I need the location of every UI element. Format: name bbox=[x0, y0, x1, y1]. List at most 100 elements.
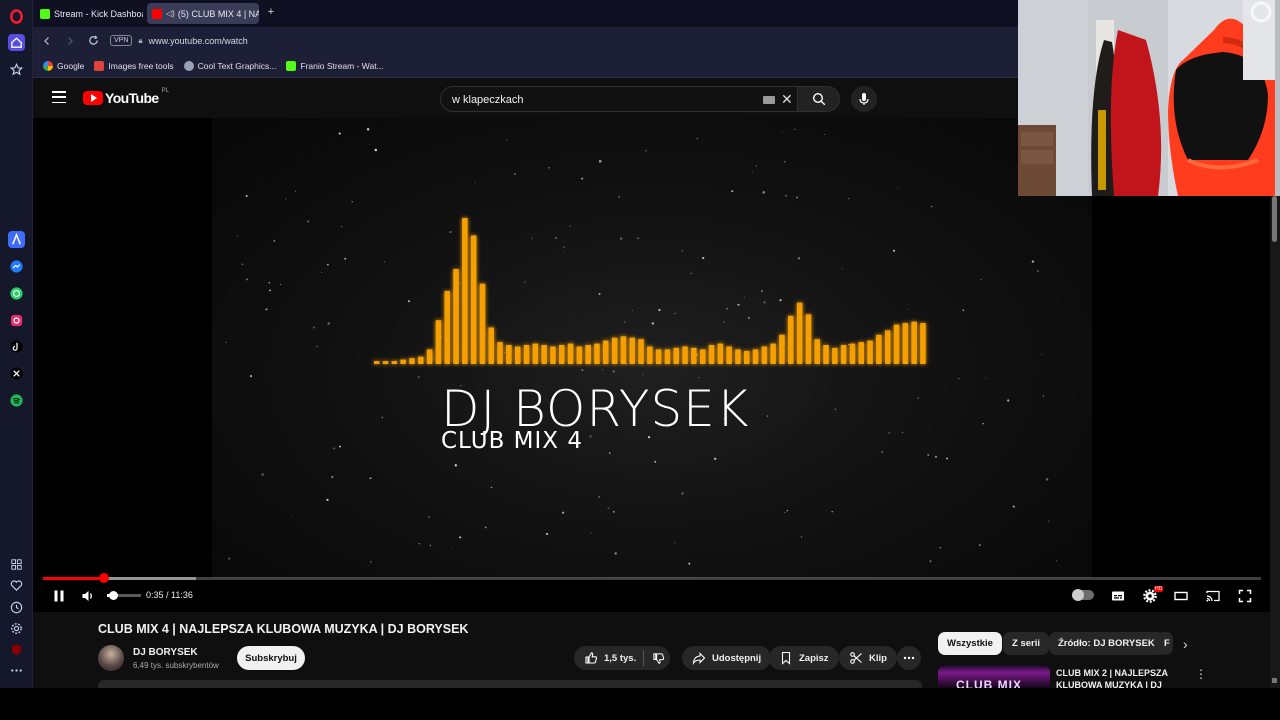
autoplay-toggle[interactable] bbox=[1072, 589, 1094, 601]
spectrum-bar bbox=[550, 346, 556, 364]
voice-search-button[interactable] bbox=[851, 86, 877, 112]
fullscreen-button[interactable] bbox=[1236, 587, 1254, 605]
spectrum-bar bbox=[585, 345, 591, 364]
spectrum-bar bbox=[796, 302, 803, 364]
ublock-icon[interactable] bbox=[8, 641, 25, 658]
tab-label: Stream - Kick Dashboard bbox=[54, 8, 143, 19]
back-button[interactable] bbox=[38, 32, 56, 50]
more-actions-button[interactable] bbox=[897, 646, 921, 670]
cast-button[interactable] bbox=[1204, 587, 1222, 605]
theater-mode-button[interactable] bbox=[1172, 587, 1190, 605]
progress-bar[interactable] bbox=[43, 573, 1261, 583]
forward-button[interactable] bbox=[61, 32, 79, 50]
clear-search-icon[interactable]: ✕ bbox=[781, 91, 793, 108]
video-overlay-subtitle: CLUB MIX 4 bbox=[441, 428, 583, 454]
recommended-title[interactable]: CLUB MIX 2 | NAJLEPSZA KLUBOWA MUZYKA | … bbox=[1056, 667, 1181, 688]
webcam-overlay bbox=[1018, 0, 1280, 196]
hamburger-menu-icon[interactable] bbox=[52, 91, 66, 103]
spectrum-bar bbox=[506, 345, 512, 364]
page-scrollbar[interactable] bbox=[1270, 196, 1280, 688]
whatsapp-icon[interactable] bbox=[8, 285, 25, 302]
chip-from-series[interactable]: Z serii bbox=[1003, 632, 1049, 655]
spectrum-bar bbox=[462, 218, 468, 364]
chip-all[interactable]: Wszystkie bbox=[938, 632, 1002, 655]
pause-button[interactable] bbox=[50, 587, 68, 605]
bookmark-cool-text[interactable]: Cool Text Graphics... bbox=[183, 60, 276, 71]
bottom-letterbox bbox=[0, 688, 1280, 720]
mute-button[interactable] bbox=[79, 587, 97, 605]
home-icon[interactable] bbox=[8, 34, 25, 51]
lock-icon[interactable]: 🔒︎ bbox=[138, 36, 142, 46]
spectrum-bar bbox=[885, 330, 891, 364]
spectrum-bar bbox=[620, 336, 627, 364]
spectrum-bar bbox=[426, 349, 433, 364]
kick-icon bbox=[40, 8, 50, 19]
youtube-logo[interactable]: YouTube PL bbox=[83, 88, 169, 106]
dislike-button[interactable] bbox=[650, 649, 666, 667]
spectrum-bar bbox=[532, 343, 539, 364]
spectrum-bar bbox=[374, 361, 380, 364]
share-button[interactable]: Udostępnij bbox=[682, 646, 772, 670]
chip-from-channel[interactable]: Źródło: DJ BORYSEK bbox=[1049, 632, 1164, 655]
share-label: Udostępnij bbox=[712, 652, 762, 664]
scrollbar-thumb[interactable] bbox=[1272, 196, 1277, 242]
channel-name[interactable]: DJ BORYSEK bbox=[133, 647, 198, 658]
thumbs-down-icon bbox=[652, 652, 664, 664]
spectrum-bar bbox=[920, 323, 926, 364]
speed-dial-icon[interactable] bbox=[8, 556, 25, 573]
tab-youtube-club-mix[interactable]: ◁) (5) CLUB MIX 4 | NAJL bbox=[147, 3, 259, 24]
instagram-icon[interactable] bbox=[8, 312, 25, 329]
keyboard-icon[interactable] bbox=[763, 96, 775, 104]
settings-icon[interactable] bbox=[8, 620, 25, 637]
bookmark-franio-stream[interactable]: Franio Stream - Wat... bbox=[286, 60, 384, 71]
spectrum-bar bbox=[515, 346, 521, 364]
vpn-badge[interactable]: VPN bbox=[110, 35, 133, 46]
scrubber-handle[interactable] bbox=[98, 573, 109, 583]
thumbnail-text: CLUB MIX bbox=[956, 678, 1022, 688]
chevron-right-icon[interactable]: › bbox=[1183, 636, 1188, 652]
spectrum-bar bbox=[629, 337, 635, 364]
recommended-thumbnail[interactable]: CLUB MIX bbox=[938, 666, 1050, 688]
url-field[interactable]: www.youtube.com/watch bbox=[149, 36, 248, 46]
bookmark-label: Images free tools bbox=[108, 60, 174, 71]
subscribe-button[interactable]: Subskrybuj bbox=[237, 646, 305, 670]
bookmark-google[interactable]: Google bbox=[43, 60, 84, 71]
x-icon[interactable] bbox=[8, 365, 25, 382]
spectrum-bar bbox=[673, 347, 679, 364]
clip-button[interactable]: Klip bbox=[839, 646, 897, 670]
youtube-header: YouTube PL w klapeczkach ✕ bbox=[33, 78, 1018, 118]
new-tab-button[interactable]: + bbox=[265, 7, 277, 19]
description-box[interactable] bbox=[98, 680, 922, 688]
save-button[interactable]: Zapisz bbox=[769, 646, 839, 670]
history-icon[interactable] bbox=[8, 599, 25, 616]
cooltext-icon bbox=[183, 60, 194, 71]
spectrum-bar bbox=[840, 345, 847, 364]
more-icon[interactable] bbox=[8, 662, 25, 679]
subtitles-button[interactable] bbox=[1109, 587, 1127, 605]
speaker-icon[interactable]: ◁) bbox=[166, 9, 175, 18]
star-icon[interactable] bbox=[8, 61, 25, 78]
spectrum-bar bbox=[708, 345, 715, 364]
tiktok-icon[interactable] bbox=[8, 338, 25, 355]
scroll-down-arrow[interactable] bbox=[1272, 678, 1277, 683]
cast-icon bbox=[1206, 590, 1220, 602]
scissors-icon bbox=[850, 652, 862, 664]
search-box[interactable]: w klapeczkach ✕ bbox=[440, 86, 798, 112]
search-button[interactable] bbox=[798, 86, 840, 112]
heart-icon[interactable] bbox=[8, 577, 25, 594]
channel-avatar[interactable] bbox=[98, 645, 124, 671]
kebab-menu-icon[interactable]: ⋮ bbox=[1195, 667, 1207, 681]
bookmark-images-free-tools[interactable]: Images free tools bbox=[94, 60, 174, 71]
aria-icon[interactable] bbox=[8, 231, 25, 248]
messenger-icon[interactable] bbox=[8, 258, 25, 275]
chip-partial[interactable]: F bbox=[1157, 632, 1173, 655]
search-input[interactable]: w klapeczkach bbox=[452, 94, 524, 106]
tab-kick-dashboard[interactable]: Stream - Kick Dashboard bbox=[35, 3, 143, 24]
thumbs-up-icon bbox=[585, 652, 598, 664]
opera-icon[interactable] bbox=[8, 8, 25, 25]
screen: Stream - Kick Dashboard ◁) (5) CLUB MIX … bbox=[0, 0, 1280, 720]
spectrum-bar bbox=[814, 339, 820, 364]
reload-button[interactable] bbox=[84, 32, 102, 50]
spotify-icon[interactable] bbox=[8, 392, 25, 409]
spectrum-bar bbox=[567, 343, 574, 364]
